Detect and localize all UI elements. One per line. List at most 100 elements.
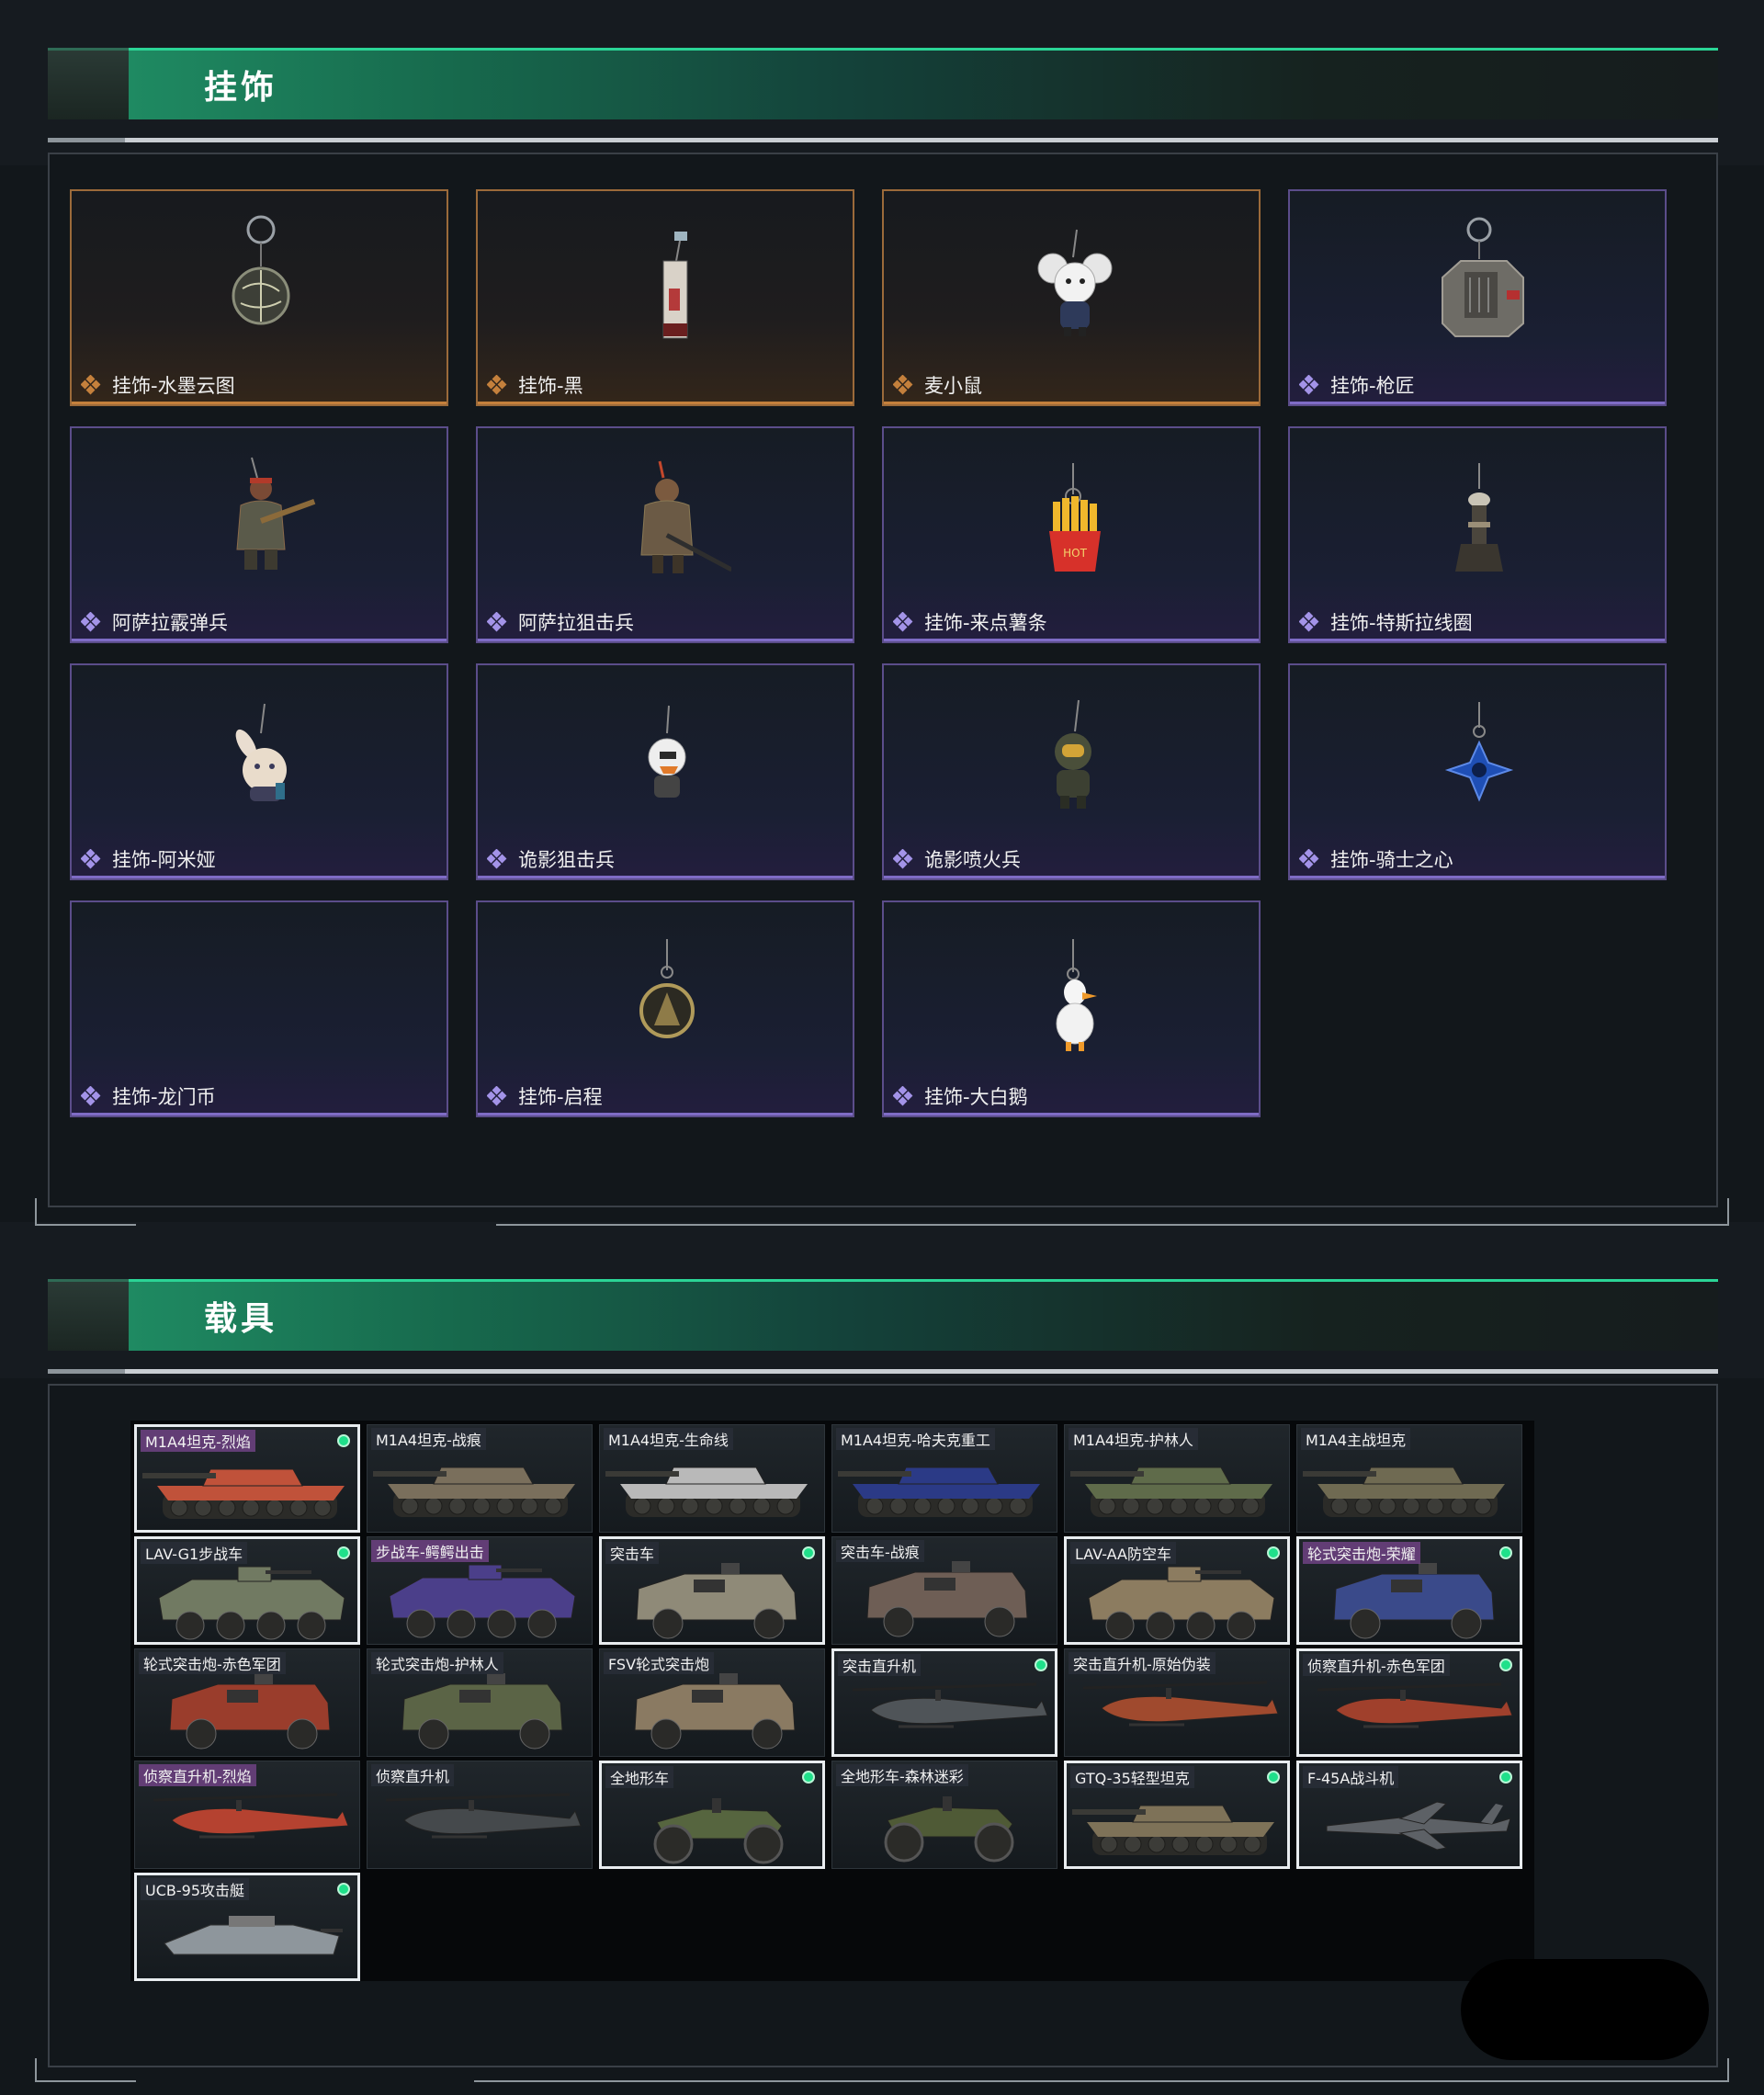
charm-card[interactable]: 挂饰-大白鹅 [882,900,1261,1117]
vehicle-card[interactable]: 全地形车 [599,1761,825,1869]
charm-card[interactable]: 诡影喷火兵 [882,663,1261,880]
charm-image [1455,463,1503,572]
charm-name: 挂饰-大白鹅 [924,1086,1028,1108]
vehicle-name: UCB-95攻击艇 [141,1878,249,1900]
owned-indicator-icon [337,1883,350,1896]
vehicle-card[interactable]: 侦察直升机-赤色军团 [1296,1648,1522,1757]
charm-card[interactable]: 挂饰-水墨云图 [70,189,448,406]
vehicle-atv-icon [884,1796,1014,1863]
charm-name: 挂饰-龙门币 [112,1086,216,1108]
section-divider [48,138,1718,142]
vehicle-card[interactable]: 侦察直升机 [367,1761,593,1869]
rarity-diamond-icon [81,1086,101,1106]
rarity-diamond-icon [893,375,913,395]
vehicle-card[interactable]: FSV轮式突击炮 [599,1648,825,1757]
charm-card[interactable]: 挂饰-黑 [476,189,854,406]
rarity-diamond-icon [1299,849,1319,869]
vehicle-card[interactable]: 轮式突击炮-赤色军团 [134,1648,360,1757]
vehicle-card[interactable]: 步战车-鳄鳄出击 [367,1536,593,1645]
vehicle-card[interactable]: M1A4坦克-护林人 [1064,1424,1290,1533]
vehicle-name: M1A4坦克-烈焰 [141,1430,255,1452]
owned-indicator-icon [337,1434,350,1447]
vehicle-card[interactable]: 全地形车-森林迷彩 [831,1761,1057,1869]
rarity-diamond-icon [893,849,913,869]
header-stub [48,1279,129,1351]
rarity-diamond-icon [893,1086,913,1106]
charm-name: 麦小鼠 [924,375,982,397]
vehicle-card[interactable]: GTQ-35轻型坦克 [1064,1761,1290,1869]
vehicle-card[interactable]: M1A4坦克-生命线 [599,1424,825,1533]
vehicle-truck-icon [401,1673,563,1750]
charm-image [1055,699,1091,809]
owned-indicator-icon [802,1546,815,1559]
charm-name: 挂饰-枪匠 [1330,375,1415,397]
vehicle-truck-icon [636,1563,797,1639]
vehicle-card[interactable]: LAV-G1步战车 [134,1536,360,1645]
vehicle-card[interactable]: 突击直升机 [831,1648,1057,1757]
vehicle-card[interactable]: LAV-AA防空车 [1064,1536,1290,1645]
vehicle-card[interactable]: 突击车-战痕 [831,1536,1057,1645]
vehicle-name: FSV轮式突击炮 [604,1652,715,1674]
vehicle-tank-icon [1303,1466,1505,1517]
vehicle-name: 轮式突击炮-荣耀 [1303,1542,1420,1564]
vehicle-card[interactable]: M1A4坦克-战痕 [367,1424,593,1533]
vehicle-apc-icon [389,1564,576,1638]
rarity-bar [884,639,1259,641]
rarity-diamond-icon [1299,375,1319,395]
vehicle-card[interactable]: 突击车 [599,1536,825,1645]
vehicle-name: GTQ-35轻型坦克 [1070,1766,1194,1788]
rarity-diamond-icon [81,375,101,395]
vehicle-card[interactable]: F-45A战斗机 [1296,1761,1522,1869]
vehicle-name: 侦察直升机-烈焰 [139,1764,256,1786]
charm-image [662,232,688,339]
charm-card[interactable]: 挂饰-龙门币 [70,900,448,1117]
vehicle-name: M1A4主战坦克 [1301,1428,1411,1450]
rarity-bar [1290,876,1665,878]
vehicle-name: M1A4坦克-哈夫克重工 [836,1428,995,1450]
vehicle-card[interactable]: 侦察直升机-烈焰 [134,1761,360,1869]
charm-card[interactable]: 诡影狙击兵 [476,663,854,880]
vehicle-grid: M1A4坦克-烈焰 M1A4坦克-战痕 M1A4坦克-生命线 M1A4坦克-哈夫… [130,1421,1534,1981]
rarity-bar [478,876,853,878]
vehicle-card[interactable]: UCB-95攻击艇 [134,1873,360,1981]
vehicle-card[interactable]: 轮式突击炮-荣耀 [1296,1536,1522,1645]
header-stub [48,48,129,119]
charm-card[interactable]: HOT 挂饰-来点薯条 [882,426,1261,643]
rarity-diamond-icon [487,849,507,869]
vehicle-name: 侦察直升机 [371,1764,455,1786]
svg-text:HOT: HOT [1063,547,1087,560]
rarity-bar [1290,402,1665,404]
vehicle-tank-icon [1072,1805,1274,1855]
vehicle-boat-icon [164,1916,343,1955]
charm-card[interactable]: 挂饰-阿米娅 [70,663,448,880]
section-title: 挂饰 [204,69,278,107]
charm-image [1037,229,1113,336]
charm-card[interactable]: 挂饰-枪匠 [1288,189,1667,406]
header-bar [129,48,1718,119]
vehicle-card[interactable]: M1A4主战坦克 [1296,1424,1522,1533]
vehicle-apc-icon [158,1566,345,1640]
vehicle-name: 轮式突击炮-赤色军团 [139,1652,286,1674]
charm-card[interactable]: 阿萨拉狙击兵 [476,426,854,643]
charm-image [648,705,686,798]
rarity-diamond-icon [81,612,101,632]
vehicle-name: 侦察直升机-赤色军团 [1303,1654,1450,1676]
vehicle-card[interactable]: M1A4坦克-烈焰 [134,1424,360,1533]
vehicle-card[interactable]: 突击直升机-原始伪装 [1064,1648,1290,1757]
vehicle-heli-icon [153,1793,349,1839]
charm-card[interactable]: 阿萨拉霰弹兵 [70,426,448,643]
owned-indicator-icon [1267,1546,1280,1559]
vehicle-card[interactable]: 轮式突击炮-护林人 [367,1648,593,1757]
rarity-diamond-icon [1299,612,1319,632]
panel-corner [474,2058,1729,2082]
section-header-vehicles: 载具 [48,1279,1718,1351]
charm-card[interactable]: 挂饰-骑士之心 [1288,663,1667,880]
vehicle-card[interactable]: M1A4坦克-哈夫克重工 [831,1424,1057,1533]
vehicle-tank-icon [838,1466,1040,1517]
charm-card[interactable]: 挂饰-特斯拉线圈 [1288,426,1667,643]
charm-name: 诡影喷火兵 [924,849,1021,871]
rarity-diamond-icon [487,612,507,632]
charm-card[interactable]: 麦小鼠 [882,189,1261,406]
rarity-diamond-icon [81,849,101,869]
charm-card[interactable]: 挂饰-启程 [476,900,854,1117]
